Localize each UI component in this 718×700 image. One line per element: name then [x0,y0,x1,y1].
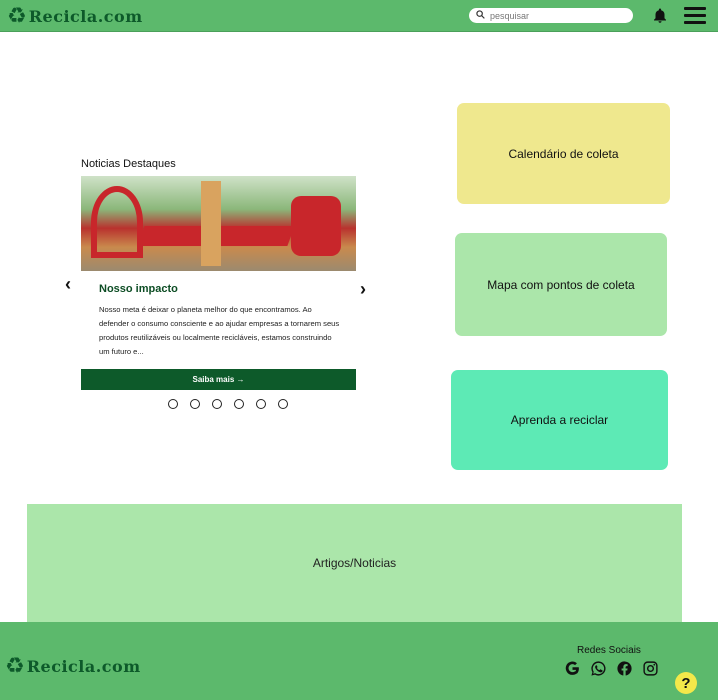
footer-logo[interactable]: ♻ Recicla.com [5,655,141,677]
recycle-icon: ♻ [5,653,25,678]
carousel-dot[interactable] [256,399,266,409]
search-bar [469,8,633,23]
help-icon[interactable]: ? [675,672,697,694]
header-logo[interactable]: ♻ Recicla.com [7,5,143,27]
articles-section[interactable]: Artigos/Noticias [27,504,682,622]
read-more-button[interactable]: Saiba mais → [81,369,356,390]
news-text: Nosso meta é deixar o planeta melhor do … [99,305,340,356]
carousel-dot[interactable] [212,399,222,409]
search-icon[interactable] [473,9,487,22]
search-input[interactable] [487,10,625,21]
news-title: Nosso impacto [99,283,178,295]
calendar-card[interactable]: Calendário de coleta [457,103,670,204]
carousel-dot[interactable] [190,399,200,409]
learn-card[interactable]: Aprenda a reciclar [451,370,668,470]
footer-brand-name: Recicla.com [26,656,141,676]
news-image [81,176,356,271]
google-icon[interactable] [564,660,581,677]
carousel-next-button[interactable]: › [360,279,366,300]
news-heading: Noticias Destaques [81,158,176,170]
carousel-dot[interactable] [168,399,178,409]
social-links [564,660,659,677]
header: ♻ Recicla.com [0,0,718,32]
whatsapp-icon[interactable] [590,660,607,677]
facebook-icon[interactable] [616,660,633,677]
news-card: Nosso impacto Nosso meta é deixar o plan… [81,176,356,356]
carousel-indicators [168,399,288,409]
carousel-dot[interactable] [278,399,288,409]
social-title: Redes Sociais [577,645,641,656]
brand-name: Recicla.com [28,6,143,26]
instagram-icon[interactable] [642,660,659,677]
bell-icon[interactable] [651,7,669,25]
recycle-icon: ♻ [7,3,27,28]
carousel-dot[interactable] [234,399,244,409]
footer: ♻ Recicla.com Redes Sociais ? [0,622,718,700]
carousel-prev-button[interactable]: ‹ [65,274,71,295]
map-card[interactable]: Mapa com pontos de coleta [455,233,667,336]
menu-icon[interactable] [684,7,706,24]
articles-label: Artigos/Noticias [312,556,397,570]
